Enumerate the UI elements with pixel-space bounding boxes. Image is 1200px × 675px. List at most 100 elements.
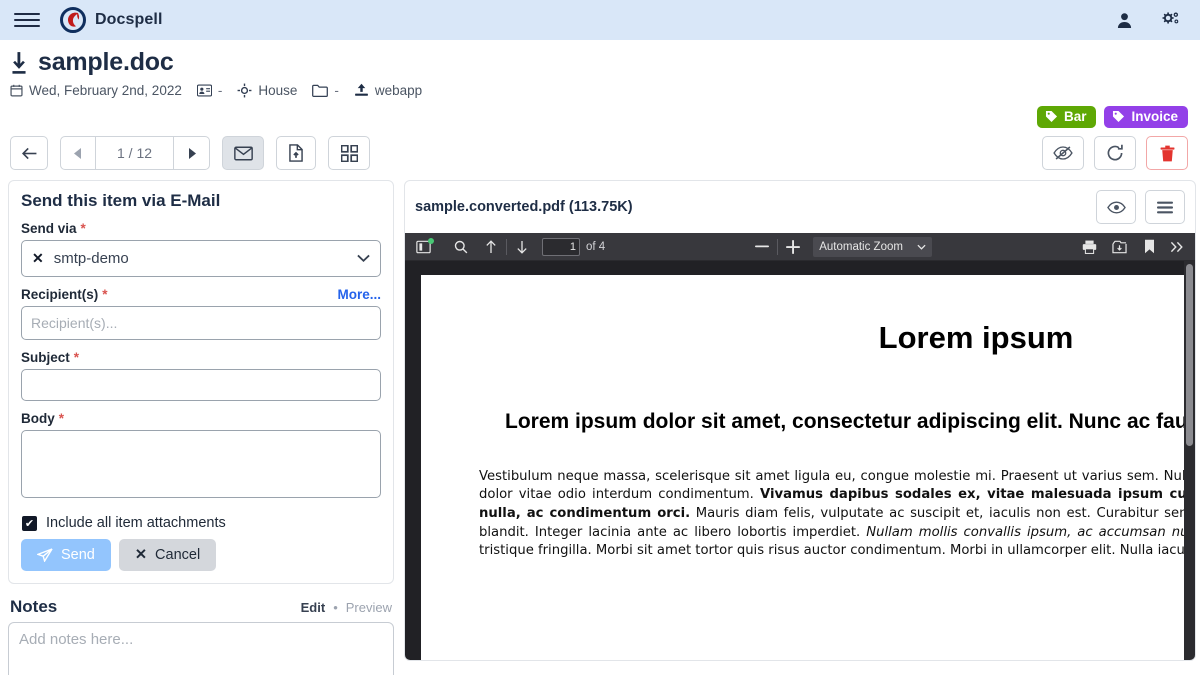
- pdf-page: Lorem ipsum Lorem ipsum dolor sit amet, …: [421, 275, 1195, 661]
- user-icon[interactable]: [1114, 10, 1134, 30]
- arrow-up-icon[interactable]: [479, 236, 503, 258]
- tag-icon: [1045, 110, 1058, 123]
- page-indicator-text: 1 / 12: [117, 145, 152, 161]
- check-icon: ✔: [25, 517, 34, 530]
- calendar-icon: [10, 84, 23, 97]
- pdf-doc-heading: Lorem ipsum: [421, 320, 1195, 356]
- next-page-button[interactable]: [174, 136, 210, 170]
- tag-invoice[interactable]: Invoice: [1104, 106, 1188, 128]
- page-title: sample.doc: [10, 48, 1190, 77]
- clear-selection-icon[interactable]: ✕: [32, 250, 44, 267]
- item-folder: -: [312, 83, 339, 98]
- pdf-file-name: sample.converted.pdf (113.75K): [415, 199, 633, 215]
- docspell-app: Docspell: [0, 0, 1200, 675]
- pdf-paragraph-italic: Nullam mollis convallis ipsum, ac accums…: [866, 525, 1195, 540]
- send-button[interactable]: Send: [21, 539, 111, 571]
- notes-title: Notes: [10, 597, 57, 617]
- tag-bar-label: Bar: [1064, 109, 1087, 124]
- item-concerning-text: House: [258, 83, 297, 98]
- item-source-text: webapp: [375, 83, 422, 98]
- zoom-out-icon[interactable]: [750, 236, 774, 258]
- item-title-text: sample.doc: [38, 48, 174, 77]
- pdf-zoom-select[interactable]: Automatic Zoom: [813, 237, 932, 257]
- recipients-more-link[interactable]: More...: [337, 287, 381, 302]
- notes-preview-tab[interactable]: Preview: [346, 600, 392, 615]
- docspell-logo-icon: [60, 7, 86, 33]
- required-marker: *: [59, 411, 64, 426]
- prev-page-button[interactable]: [60, 136, 96, 170]
- chevron-down-icon[interactable]: [357, 254, 370, 263]
- double-chevron-right-icon[interactable]: [1165, 236, 1189, 258]
- pdf-page-total: of 4: [586, 241, 605, 253]
- item-toolbar: 1 / 12: [0, 128, 1200, 180]
- pdf-doc-subheading: Lorem ipsum dolor sit amet, consectetur …: [479, 408, 1195, 436]
- required-marker: *: [81, 221, 86, 236]
- unconfirm-button[interactable]: [1042, 136, 1084, 170]
- add-attachment-button[interactable]: [276, 136, 316, 170]
- chevron-down-icon: [917, 244, 926, 250]
- delete-button[interactable]: [1146, 136, 1188, 170]
- sidebar-toggle-icon[interactable]: [411, 236, 435, 258]
- item-source: webapp: [354, 83, 422, 98]
- body-label-text: Body: [21, 411, 55, 426]
- mail-form-card: Send this item via E-Mail Send via * ✕ s…: [8, 180, 394, 584]
- arrow-down-into-line-icon: [10, 51, 28, 75]
- body-textarea[interactable]: [21, 430, 381, 498]
- send-via-select[interactable]: ✕ smtp-demo: [21, 240, 381, 277]
- x-icon: ✕: [135, 547, 147, 563]
- include-attachments-label: Include all item attachments: [46, 515, 226, 531]
- notes-edit-tab[interactable]: Edit: [301, 600, 326, 615]
- pdf-preview-panel: sample.converted.pdf (113.75K): [404, 180, 1196, 661]
- item-correspondent-text: -: [218, 83, 223, 98]
- pdf-menu-button[interactable]: [1145, 190, 1185, 224]
- send-via-label-text: Send via: [21, 221, 77, 236]
- include-attachments-checkbox[interactable]: ✔: [22, 516, 37, 531]
- search-icon[interactable]: [449, 236, 473, 258]
- printer-icon[interactable]: [1077, 236, 1101, 258]
- include-attachments-row[interactable]: ✔ Include all item attachments: [22, 515, 381, 531]
- send-via-label: Send via *: [21, 221, 381, 236]
- main-content: Send this item via E-Mail Send via * ✕ s…: [0, 180, 1200, 665]
- notes-header: Notes Edit • Preview: [10, 597, 392, 617]
- qr-grid-button[interactable]: [328, 136, 370, 170]
- send-mail-button[interactable]: [222, 136, 264, 170]
- pdf-page-input[interactable]: [542, 238, 580, 256]
- pdf-body[interactable]: Lorem ipsum Lorem ipsum dolor sit amet, …: [405, 261, 1195, 661]
- item-concerning: House: [237, 83, 297, 98]
- pdf-panel-header: sample.converted.pdf (113.75K): [405, 181, 1195, 233]
- page-indicator: 1 / 12: [96, 136, 174, 170]
- item-tags: Bar Invoice: [0, 98, 1200, 128]
- recipients-label-text: Recipient(s): [21, 287, 98, 302]
- mail-form-actions: Send ✕ Cancel: [21, 539, 381, 571]
- download-icon[interactable]: [1107, 236, 1131, 258]
- recipients-label: Recipient(s) * More...: [21, 287, 381, 302]
- subject-label-text: Subject: [21, 350, 70, 365]
- paper-plane-icon: [37, 548, 53, 562]
- pdf-view-button[interactable]: [1096, 190, 1136, 224]
- required-marker: *: [102, 287, 107, 302]
- cancel-button[interactable]: ✕ Cancel: [119, 539, 216, 571]
- notes-textarea[interactable]: [8, 622, 394, 675]
- gear-icon[interactable]: [1160, 10, 1180, 30]
- bookmark-icon[interactable]: [1137, 236, 1161, 258]
- brand-logo[interactable]: Docspell: [60, 7, 163, 33]
- reprocess-button[interactable]: [1094, 136, 1136, 170]
- pdf-scrollbar-thumb[interactable]: [1186, 264, 1193, 446]
- notes-mode-switch: Edit • Preview: [301, 600, 392, 615]
- send-via-value: smtp-demo: [54, 250, 129, 267]
- page-nav-group: 1 / 12: [60, 136, 210, 170]
- tag-bar[interactable]: Bar: [1037, 106, 1097, 128]
- status-dot: [428, 238, 434, 244]
- arrow-down-icon[interactable]: [510, 236, 534, 258]
- item-correspondent: -: [197, 83, 223, 98]
- recipients-input[interactable]: [21, 306, 381, 340]
- subject-label: Subject *: [21, 350, 381, 365]
- subject-input[interactable]: [21, 369, 381, 401]
- required-marker: *: [74, 350, 79, 365]
- pdf-scrollbar-track[interactable]: [1184, 261, 1195, 661]
- hamburger-icon[interactable]: [14, 7, 40, 33]
- back-button[interactable]: [10, 136, 48, 170]
- cancel-button-label: Cancel: [155, 547, 200, 563]
- zoom-in-icon[interactable]: [781, 236, 805, 258]
- right-panel: sample.converted.pdf (113.75K): [402, 180, 1200, 665]
